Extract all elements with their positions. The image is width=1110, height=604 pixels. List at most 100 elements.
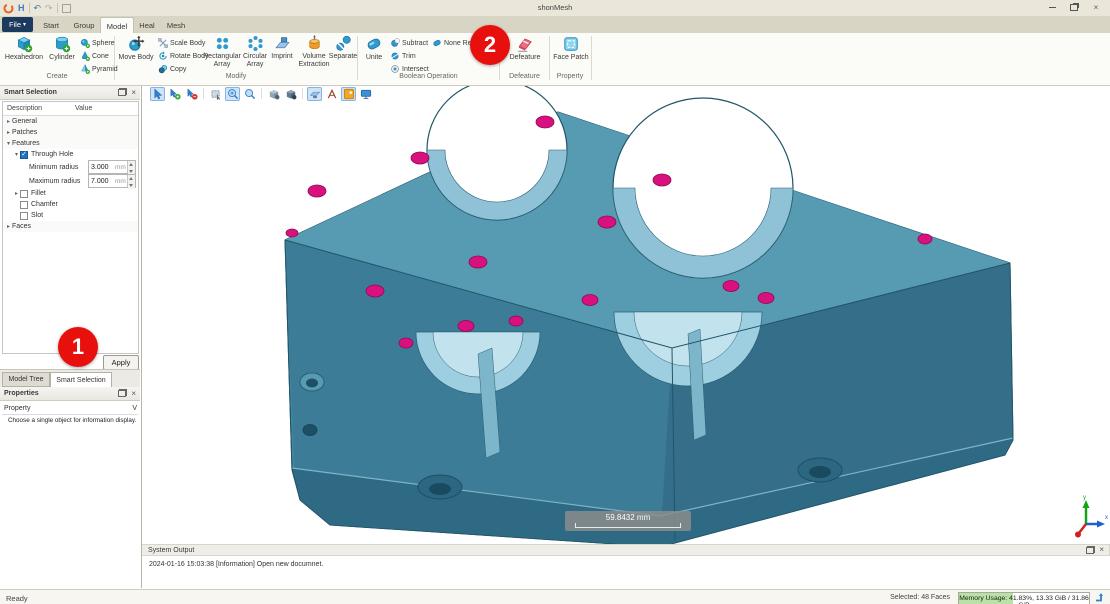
file-menu-button[interactable]: File ▾ xyxy=(2,17,33,32)
move-body-button[interactable]: Move Body xyxy=(117,35,155,62)
sphere-button[interactable]: Sphere xyxy=(80,37,115,49)
expand-icon[interactable]: ▸ xyxy=(5,118,12,125)
new-window-icon[interactable] xyxy=(62,4,71,13)
face-patch-button[interactable]: Face Patch xyxy=(551,35,591,62)
bounding-box-icon xyxy=(343,88,355,100)
apply-button[interactable]: Apply xyxy=(103,355,139,370)
tab-start[interactable]: Start xyxy=(36,17,66,33)
through-hole-checkbox[interactable]: ✓ xyxy=(20,151,28,159)
select-add-tool[interactable] xyxy=(167,87,182,101)
unite-button[interactable]: Unite xyxy=(360,35,388,62)
chamfer-checkbox[interactable] xyxy=(20,201,28,209)
imprint-button[interactable]: Imprint xyxy=(268,35,296,61)
fillet-checkbox[interactable] xyxy=(20,190,28,198)
show-body-icon xyxy=(285,88,297,100)
tab-group[interactable]: Group xyxy=(68,17,100,33)
box-select-tool[interactable] xyxy=(208,87,223,101)
min-radius-input[interactable] xyxy=(89,164,115,171)
zoom-tool[interactable] xyxy=(242,87,257,101)
float-panel-icon[interactable] xyxy=(118,390,126,397)
divider xyxy=(57,3,58,13)
tab-model-tree[interactable]: Model Tree xyxy=(2,372,50,387)
group-label-boolean: Boolean Operation xyxy=(358,73,499,82)
hexahedron-button[interactable]: Hexahedron xyxy=(2,35,46,62)
slot-checkbox[interactable] xyxy=(20,212,28,220)
memory-text: Memory Usage: 41.83%, 13.33 GiB / 31.86 … xyxy=(959,595,1089,604)
rectangular-array-button[interactable]: Rectangular Array xyxy=(202,35,242,70)
bounding-box-tool[interactable] xyxy=(341,87,356,101)
system-output-log[interactable]: 2024-01-16 15:03:38 [Information] Open n… xyxy=(142,556,1110,579)
expand-icon[interactable]: ▸ xyxy=(5,223,12,230)
separate-button[interactable]: Separate xyxy=(328,35,358,61)
tree-row-features[interactable]: ▾ Features xyxy=(3,138,138,149)
measure-tool[interactable] xyxy=(324,87,339,101)
tree-row-general[interactable]: ▸ General xyxy=(3,116,138,127)
imprint-icon xyxy=(274,35,291,52)
undo-icon[interactable]: ↶ xyxy=(34,3,42,13)
measure-angle-icon xyxy=(326,88,338,100)
max-radius-label: Maximum radius xyxy=(29,178,80,185)
subtract-button[interactable]: Subtract xyxy=(390,37,428,49)
max-radius-stepper[interactable] xyxy=(127,175,135,187)
fit-view-tool[interactable] xyxy=(358,87,373,101)
cone-button[interactable]: Cone xyxy=(80,50,109,62)
cylinder-button[interactable]: Cylinder xyxy=(46,35,78,62)
measurement-value: 59.8432 mm xyxy=(565,513,691,522)
max-radius-input[interactable] xyxy=(89,178,115,185)
scale-bracket xyxy=(575,523,681,528)
tab-model[interactable]: Model xyxy=(100,17,134,34)
properties-column-header: Property V xyxy=(2,402,138,415)
close-icon[interactable]: × xyxy=(131,390,136,398)
minimize-button[interactable] xyxy=(1046,3,1058,12)
column-value: Value xyxy=(75,105,92,112)
select-tool[interactable] xyxy=(150,87,165,101)
model-engine-block[interactable] xyxy=(142,86,1110,544)
min-radius-label: Minimum radius xyxy=(29,164,78,171)
tab-smart-selection[interactable]: Smart Selection xyxy=(50,372,112,388)
save-icon[interactable]: H xyxy=(18,3,25,13)
close-icon[interactable]: × xyxy=(131,89,136,97)
separate-icon xyxy=(335,35,352,52)
min-radius-stepper[interactable] xyxy=(127,161,135,173)
ribbon-tab-row: File ▾ Start Group Model Heal Mesh xyxy=(0,16,1110,33)
expand-icon[interactable]: ▸ xyxy=(5,129,12,136)
tree-row-slot[interactable]: Slot xyxy=(3,210,138,221)
select-remove-tool[interactable] xyxy=(184,87,199,101)
group-label-modify: Modify xyxy=(116,73,356,82)
tree-row-through-hole[interactable]: ▾ ✓ Through Hole xyxy=(3,149,138,160)
expand-icon[interactable]: ▾ xyxy=(13,151,20,158)
tree-row-patches[interactable]: ▸ Patches xyxy=(3,127,138,138)
divider xyxy=(29,3,30,13)
output-panel-icon[interactable] xyxy=(1094,592,1105,603)
tree-row-fillet[interactable]: ▸ Fillet xyxy=(3,188,138,199)
close-icon[interactable]: × xyxy=(1099,546,1104,554)
float-panel-icon[interactable] xyxy=(118,89,126,96)
tab-heal[interactable]: Heal xyxy=(134,17,160,33)
expand-icon[interactable]: ▸ xyxy=(13,190,20,197)
redo-icon[interactable]: ↷ xyxy=(45,3,53,13)
expand-icon[interactable]: ▾ xyxy=(5,140,12,147)
trim-button[interactable]: Trim xyxy=(390,50,416,62)
tree-row-min-radius: Minimum radius mm xyxy=(3,160,138,174)
tree-header: Description Value xyxy=(3,102,138,116)
section-view-tool[interactable] xyxy=(307,87,322,101)
scale-body-button[interactable]: Scale Body xyxy=(158,37,205,49)
hide-body-tool[interactable] xyxy=(266,87,281,101)
memory-usage-bar: Memory Usage: 41.83%, 13.33 GiB / 31.86 … xyxy=(958,592,1090,604)
volume-extraction-button[interactable]: Volume Extraction xyxy=(296,35,332,70)
float-panel-icon[interactable] xyxy=(1086,547,1094,554)
viewport[interactable]: 59.8432 mm y x xyxy=(142,86,1110,544)
tab-mesh[interactable]: Mesh xyxy=(162,17,190,33)
close-button[interactable]: × xyxy=(1090,3,1102,12)
rotate-body-button[interactable]: Rotate Body xyxy=(158,50,209,62)
chevron-down-icon: ▾ xyxy=(23,21,26,28)
properties-message: Choose a single object for information d… xyxy=(8,417,140,424)
divider xyxy=(203,88,204,99)
status-ready: Ready xyxy=(6,594,28,603)
zoom-window-tool[interactable] xyxy=(225,87,240,101)
tree-row-chamfer[interactable]: Chamfer xyxy=(3,199,138,210)
show-body-tool[interactable] xyxy=(283,87,298,101)
restore-button[interactable] xyxy=(1068,3,1080,12)
tree-row-faces[interactable]: ▸ Faces xyxy=(3,221,138,232)
circular-array-button[interactable]: Circular Array xyxy=(240,35,270,70)
